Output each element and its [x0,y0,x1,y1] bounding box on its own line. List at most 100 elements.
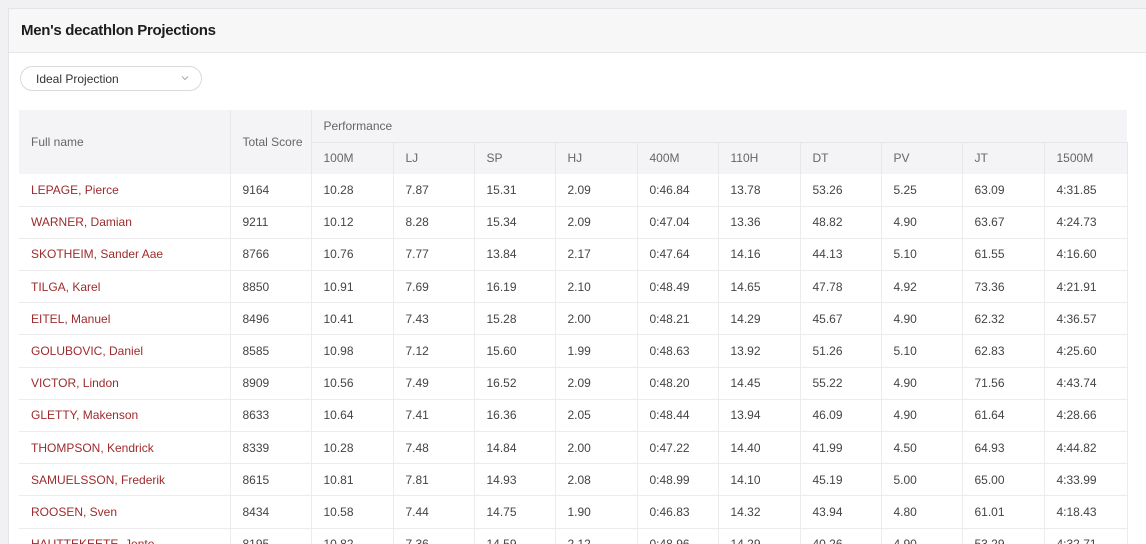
total-score-cell: 8434 [230,495,312,529]
athlete-name-link[interactable]: HAUTTEKEETE, Jente [19,528,231,544]
athlete-name-link[interactable]: VICTOR, Lindon [19,367,231,400]
performance-cell: 15.31 [474,174,556,207]
header-event-dt[interactable]: DT [800,141,882,174]
athlete-name-link[interactable]: GOLUBOVIC, Daniel [19,334,231,368]
performance-cell: 10.64 [311,399,394,433]
performance-cell: 4:25.60 [1044,334,1128,368]
performance-cell: 71.56 [962,367,1045,400]
performance-cell: 10.12 [311,206,394,239]
header-event-hj[interactable]: HJ [555,141,638,174]
performance-cell: 14.65 [718,270,801,304]
header-total-score[interactable]: Total Score [230,110,312,174]
performance-cell: 16.19 [474,270,556,304]
performance-cell: 55.22 [800,367,882,400]
performance-cell: 13.36 [718,206,801,239]
athlete-name-link[interactable]: ROOSEN, Sven [19,495,231,529]
header-event-lj[interactable]: LJ [393,141,475,174]
performance-cell: 0:48.44 [637,399,719,433]
performance-cell: 14.16 [718,238,801,272]
performance-cell: 0:47.04 [637,206,719,239]
performance-cell: 14.40 [718,431,801,465]
performance-cell: 14.29 [718,302,801,336]
performance-cell: 63.09 [962,174,1045,207]
performance-cell: 4.90 [881,399,963,433]
performance-cell: 10.28 [311,431,394,465]
athlete-name-link[interactable]: SAMUELSSON, Frederik [19,463,231,497]
performance-cell: 4:16.60 [1044,238,1128,272]
performance-cell: 7.36 [393,528,475,544]
performance-cell: 10.81 [311,463,394,497]
performance-cell: 7.43 [393,302,475,336]
header-event-pv[interactable]: PV [881,141,963,174]
performance-cell: 14.93 [474,463,556,497]
header-full-name[interactable]: Full name [19,110,231,174]
header-event-jt[interactable]: JT [962,141,1045,174]
performance-cell: 4.90 [881,528,963,544]
performance-cell: 14.84 [474,431,556,465]
performance-cell: 14.45 [718,367,801,400]
performance-cell: 13.78 [718,174,801,207]
table-row: WARNER, Damian 9211 10.12 8.28 15.34 2.09 0:47… [19,206,1128,239]
table-row: VICTOR, Lindon 8909 10.56 7.49 16.52 2.09 0:48… [19,367,1128,400]
performance-cell: 0:46.83 [637,495,719,529]
athlete-name-link[interactable]: EITEL, Manuel [19,302,231,336]
performance-cell: 5.10 [881,238,963,272]
performance-cell: 4:21.91 [1044,270,1128,304]
performance-cell: 61.55 [962,238,1045,272]
performance-cell: 61.01 [962,495,1045,529]
performance-cell: 2.08 [555,463,638,497]
performance-cell: 44.13 [800,238,882,272]
performance-cell: 7.49 [393,367,475,400]
performance-cell: 1.90 [555,495,638,529]
performance-cell: 10.41 [311,302,394,336]
performance-cell: 4.80 [881,495,963,529]
performance-cell: 48.82 [800,206,882,239]
performance-cell: 15.60 [474,334,556,368]
athlete-name-link[interactable]: LEPAGE, Pierce [19,174,231,207]
performance-cell: 4.90 [881,367,963,400]
athlete-name-link[interactable]: THOMPSON, Kendrick [19,431,231,465]
performance-cell: 7.69 [393,270,475,304]
performance-cell: 7.77 [393,238,475,272]
performance-cell: 0:48.49 [637,270,719,304]
performance-cell: 5.10 [881,334,963,368]
performance-cell: 16.52 [474,367,556,400]
card-header: Men's decathlon Projections [9,9,1146,53]
header-event-100m[interactable]: 100M [311,141,394,174]
performance-cell: 2.12 [555,528,638,544]
total-score-cell: 8339 [230,431,312,465]
performance-cell: 0:48.99 [637,463,719,497]
performance-cell: 4:24.73 [1044,206,1128,239]
athlete-name-link[interactable]: GLETTY, Makenson [19,399,231,433]
performance-cell: 4:33.99 [1044,463,1128,497]
performance-cell: 10.76 [311,238,394,272]
table-row: SAMUELSSON, Frederik 8615 10.81 7.81 14.93 2.… [19,463,1128,497]
athlete-name-link[interactable]: SKOTHEIM, Sander Aae [19,238,231,272]
projection-select-value: Ideal Projection [36,71,119,86]
athlete-name-link[interactable]: WARNER, Damian [19,206,231,239]
total-score-cell: 8195 [230,528,312,544]
performance-cell: 0:48.63 [637,334,719,368]
performance-cell: 2.09 [555,174,638,207]
performance-cell: 14.29 [718,528,801,544]
header-event-1500m[interactable]: 1500M [1044,141,1128,174]
table-row: GOLUBOVIC, Daniel 8585 10.98 7.12 15.60 1.99 0… [19,334,1128,368]
header-event-400m[interactable]: 400M [637,141,719,174]
performance-cell: 4:28.66 [1044,399,1128,433]
header-event-sp[interactable]: SP [474,141,556,174]
chevron-down-icon [181,76,189,81]
performance-cell: 61.64 [962,399,1045,433]
performance-cell: 46.09 [800,399,882,433]
total-score-cell: 9164 [230,174,312,207]
table-row: EITEL, Manuel 8496 10.41 7.43 15.28 2.00 0:48.… [19,302,1128,336]
projection-select[interactable]: Ideal Projection [20,66,202,91]
performance-cell: 0:48.21 [637,302,719,336]
total-score-cell: 9211 [230,206,312,239]
athlete-name-link[interactable]: TILGA, Karel [19,270,231,304]
performance-cell: 13.92 [718,334,801,368]
performance-cell: 40.26 [800,528,882,544]
performance-cell: 14.59 [474,528,556,544]
performance-cell: 0:48.20 [637,367,719,400]
header-event-110h[interactable]: 110H [718,141,801,174]
performance-cell: 2.00 [555,302,638,336]
